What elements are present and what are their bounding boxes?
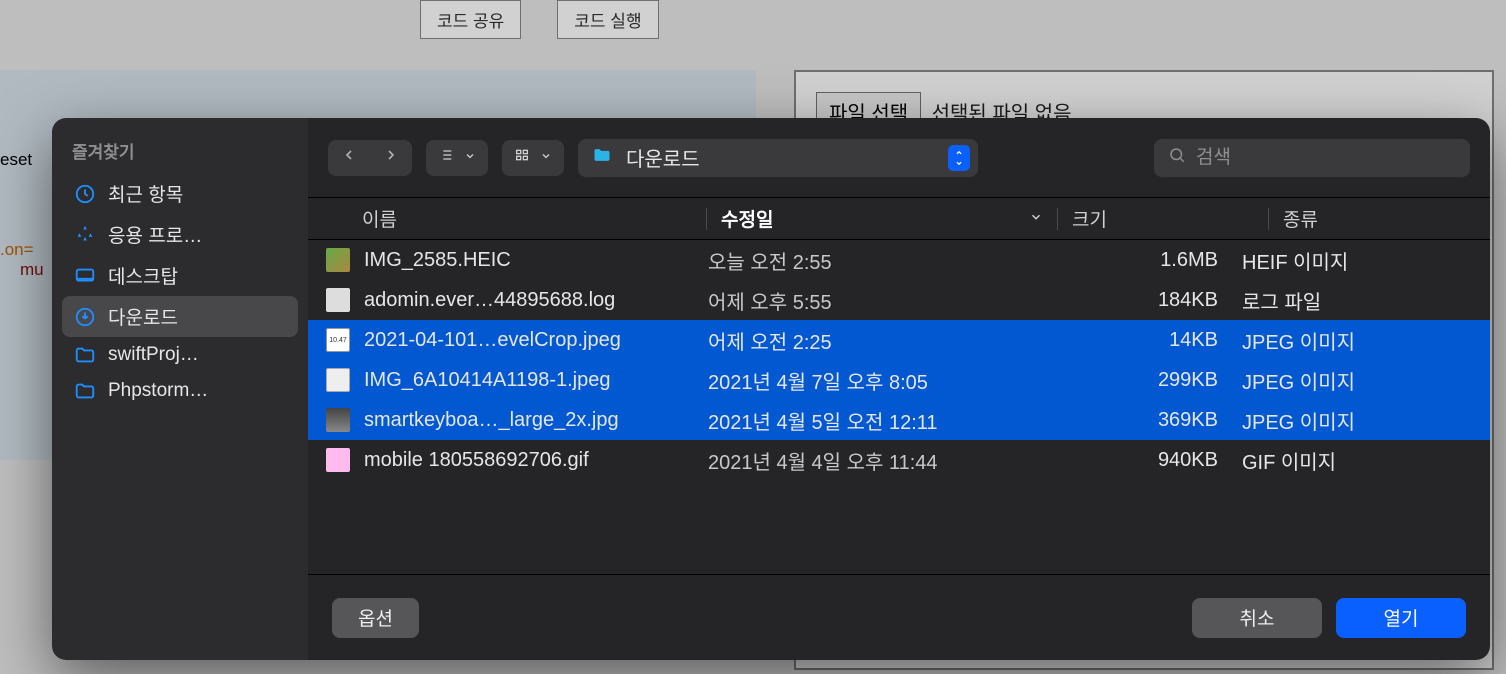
search-input[interactable] <box>1196 147 1456 169</box>
file-type-icon: 10.47 <box>326 328 350 352</box>
sidebar-item-recents[interactable]: 최근 항목 <box>62 173 298 214</box>
grid-icon <box>514 147 530 168</box>
folder-icon <box>590 145 614 170</box>
sidebar-item-swiftproj[interactable]: swiftProj… <box>62 337 298 373</box>
back-button[interactable] <box>331 143 367 173</box>
search-icon <box>1168 146 1186 169</box>
location-label: 다운로드 <box>626 143 936 172</box>
apps-icon <box>74 224 96 246</box>
sidebar-header: 즐겨찾기 <box>62 138 298 173</box>
file-row[interactable]: smartkeyboa…_large_2x.jpg2021년 4월 5일 오전 … <box>308 400 1490 440</box>
view-group-button[interactable] <box>502 140 564 176</box>
download-icon <box>74 306 96 328</box>
column-header-date[interactable]: 수정일 <box>721 205 1057 232</box>
file-name: IMG_2585.HEIC <box>364 249 708 272</box>
file-list[interactable]: IMG_2585.HEIC오늘 오전 2:551.6MBHEIF 이미지adom… <box>308 240 1490 574</box>
file-date: 2021년 4월 4일 오후 11:44 <box>708 446 1046 475</box>
file-dialog: 즐겨찾기 최근 항목 응용 프로… 데스크탑 다운로드 <box>52 118 1490 660</box>
file-date: 2021년 4월 7일 오후 8:05 <box>708 366 1046 395</box>
file-date: 오늘 오전 2:55 <box>708 246 1046 275</box>
sidebar-item-label: Phpstorm… <box>108 380 208 402</box>
file-date: 어제 오후 5:55 <box>708 286 1046 315</box>
file-size: 14KB <box>1046 329 1242 352</box>
search-field[interactable] <box>1154 139 1470 177</box>
file-kind: HEIF 이미지 <box>1242 246 1490 275</box>
sidebar-item-label: swiftProj… <box>108 344 199 366</box>
updown-arrows-icon <box>948 145 970 171</box>
toolbar: 다운로드 <box>308 118 1490 198</box>
column-header-kind[interactable]: 종류 <box>1283 205 1490 232</box>
file-name: IMG_6A10414A1198-1.jpeg <box>364 369 708 392</box>
sidebar-item-label: 최근 항목 <box>108 180 183 207</box>
file-type-icon <box>326 448 350 472</box>
file-name: adomin.ever…44895688.log <box>364 289 708 312</box>
sidebar-item-phpstorm[interactable]: Phpstorm… <box>62 373 298 409</box>
file-kind: GIF 이미지 <box>1242 446 1490 475</box>
column-header-name[interactable]: 이름 <box>362 205 706 232</box>
file-type-icon <box>326 368 350 392</box>
file-size: 1.6MB <box>1046 249 1242 272</box>
options-button[interactable]: 옵션 <box>332 598 419 638</box>
forward-button[interactable] <box>373 143 409 173</box>
desktop-icon <box>74 265 96 287</box>
file-size: 940KB <box>1046 449 1242 472</box>
file-row[interactable]: IMG_2585.HEIC오늘 오전 2:551.6MBHEIF 이미지 <box>308 240 1490 280</box>
file-size: 369KB <box>1046 409 1242 432</box>
file-kind: JPEG 이미지 <box>1242 406 1490 435</box>
sidebar-item-label: 데스크탑 <box>108 262 178 289</box>
location-dropdown[interactable]: 다운로드 <box>578 139 978 177</box>
column-header-size[interactable]: 크기 <box>1072 205 1268 232</box>
file-date: 어제 오전 2:25 <box>708 326 1046 355</box>
sidebar-item-desktop[interactable]: 데스크탑 <box>62 255 298 296</box>
file-type-icon <box>326 288 350 312</box>
sidebar-item-label: 응용 프로… <box>108 221 202 248</box>
file-name: mobile 180558692706.gif <box>364 449 708 472</box>
file-name: smartkeyboa…_large_2x.jpg <box>364 409 708 432</box>
file-row[interactable]: adomin.ever…44895688.log어제 오후 5:55184KB로… <box>308 280 1490 320</box>
file-kind: 로그 파일 <box>1242 286 1490 315</box>
file-size: 299KB <box>1046 369 1242 392</box>
file-size: 184KB <box>1046 289 1242 312</box>
sidebar-item-applications[interactable]: 응용 프로… <box>62 214 298 255</box>
chevron-down-icon <box>1029 208 1043 230</box>
folder-icon <box>74 380 96 402</box>
chevron-down-icon <box>540 149 552 167</box>
chevron-right-icon <box>383 147 399 168</box>
open-button[interactable]: 열기 <box>1336 598 1466 638</box>
file-name: 2021-04-101…evelCrop.jpeg <box>364 329 708 352</box>
chevron-down-icon <box>464 149 476 167</box>
chevron-left-icon <box>341 147 357 168</box>
clock-icon <box>74 183 96 205</box>
view-list-button[interactable] <box>426 140 488 176</box>
sidebar: 즐겨찾기 최근 항목 응용 프로… 데스크탑 다운로드 <box>52 118 308 660</box>
column-header-label: 수정일 <box>721 205 773 232</box>
file-type-icon <box>326 248 350 272</box>
file-kind: JPEG 이미지 <box>1242 326 1490 355</box>
main-panel: 다운로드 이름 수정일 <box>308 118 1490 660</box>
file-type-icon <box>326 408 350 432</box>
sidebar-item-label: 다운로드 <box>108 303 178 330</box>
column-headers: 이름 수정일 크기 종류 <box>308 198 1490 240</box>
file-row[interactable]: IMG_6A10414A1198-1.jpeg2021년 4월 7일 오후 8:… <box>308 360 1490 400</box>
folder-icon <box>74 344 96 366</box>
cancel-button[interactable]: 취소 <box>1192 598 1322 638</box>
dialog-footer: 옵션 취소 열기 <box>308 574 1490 660</box>
file-kind: JPEG 이미지 <box>1242 366 1490 395</box>
list-icon <box>438 147 454 168</box>
sidebar-item-downloads[interactable]: 다운로드 <box>62 296 298 337</box>
file-date: 2021년 4월 5일 오전 12:11 <box>708 406 1046 435</box>
file-row[interactable]: mobile 180558692706.gif2021년 4월 4일 오후 11… <box>308 440 1490 480</box>
file-row[interactable]: 10.47 2021-04-101…evelCrop.jpeg어제 오전 2:25… <box>308 320 1490 360</box>
